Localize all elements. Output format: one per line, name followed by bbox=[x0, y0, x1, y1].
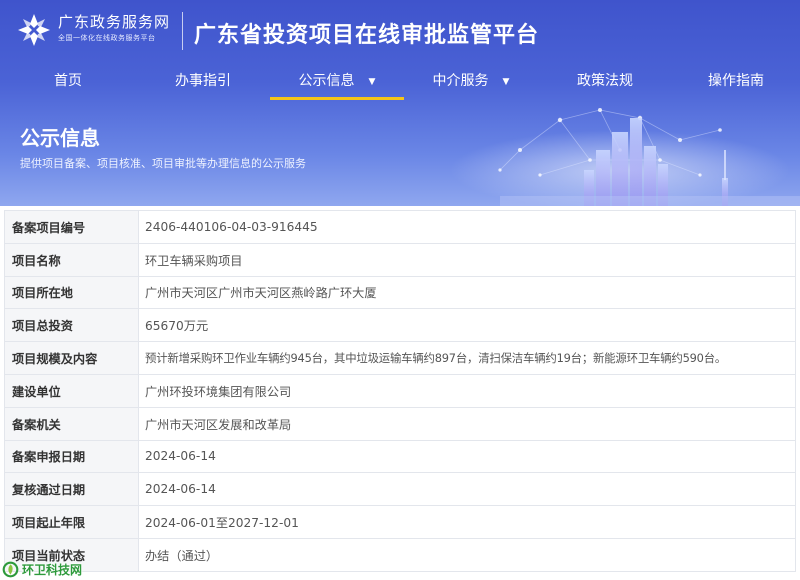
header-banner: 广东政务服务网 全国一体化在线政务服务平台 广东省投资项目在线审批监管平台 首页… bbox=[0, 0, 800, 206]
nav-item-label: 公示信息 bbox=[298, 73, 355, 89]
field-label: 项目所在地 bbox=[4, 275, 139, 310]
field-value: 环卫车辆采购项目 bbox=[138, 242, 796, 277]
table-row: 项目起止年限 2024-06-01至2027-12-01 bbox=[4, 505, 796, 539]
field-label: 项目规模及内容 bbox=[4, 341, 139, 375]
field-value: 办结（通过） bbox=[138, 537, 796, 572]
field-label: 备案项目编号 bbox=[4, 210, 139, 244]
nav-item-label: 操作指南 bbox=[708, 73, 764, 89]
section-subtitle: 提供项目备案、项目核准、项目审批等办理信息的公示服务 bbox=[20, 157, 306, 170]
brand-bar: 广东政务服务网 全国一体化在线政务服务平台 广东省投资项目在线审批监管平台 bbox=[0, 0, 800, 62]
watermark-text: 环卫科技网 bbox=[22, 562, 83, 577]
brand-divider bbox=[182, 12, 183, 50]
record-detail-table: 备案项目编号 2406-440106-04-03-916445 项目名称 环卫车… bbox=[4, 210, 796, 572]
nav-item-label: 中介服务 bbox=[432, 73, 489, 89]
table-row: 项目规模及内容 预计新增采购环卫作业车辆约945台，其中垃圾运输车辆约897台，… bbox=[4, 341, 796, 375]
caret-down-icon: ▼ bbox=[368, 77, 376, 87]
table-row: 项目当前状态 办结（通过） bbox=[4, 537, 796, 572]
logo-slogan: 全国一体化在线政务服务平台 bbox=[58, 34, 156, 42]
field-value: 2024-06-14 bbox=[138, 472, 796, 507]
field-value: 2406-440106-04-03-916445 bbox=[138, 210, 796, 244]
field-value: 预计新增采购环卫作业车辆约945台，其中垃圾运输车辆约897台，清扫保洁车辆约1… bbox=[138, 341, 796, 375]
nav-item-label: 办事指引 bbox=[175, 73, 231, 89]
nav-item-label: 政策法规 bbox=[577, 73, 633, 89]
nav-item-service-guide[interactable]: 办事指引 bbox=[136, 62, 270, 100]
platform-title: 广东省投资项目在线审批监管平台 bbox=[194, 23, 540, 48]
table-row: 项目总投资 65670万元 bbox=[4, 308, 796, 343]
nav-item-public-info[interactable]: 公示信息 ▼ bbox=[270, 62, 404, 100]
field-value: 65670万元 bbox=[138, 308, 796, 343]
nav-item-home[interactable]: 首页 bbox=[0, 62, 136, 100]
table-row: 复核通过日期 2024-06-14 bbox=[4, 472, 796, 507]
field-label: 项目总投资 bbox=[4, 308, 139, 343]
main-nav: 首页 办事指引 公示信息 ▼ 中介服务 ▼ 政策法规 操作指南 bbox=[0, 62, 800, 100]
nav-item-policy[interactable]: 政策法规 bbox=[538, 62, 672, 100]
field-label: 备案机关 bbox=[4, 406, 139, 441]
table-row: 备案机关 广州市天河区发展和改革局 bbox=[4, 406, 796, 441]
table-row: 建设单位 广州环投环境集团有限公司 bbox=[4, 373, 796, 408]
field-label: 复核通过日期 bbox=[4, 472, 139, 507]
field-label: 备案申报日期 bbox=[4, 439, 139, 474]
logo-name: 广东政务服务网 bbox=[58, 13, 171, 31]
recycle-leaf-icon bbox=[2, 561, 19, 577]
field-value: 广州环投环境集团有限公司 bbox=[138, 373, 796, 408]
table-row: 项目所在地 广州市天河区广州市天河区燕岭路广环大厦 bbox=[4, 275, 796, 310]
section-title: 公示信息 bbox=[20, 126, 100, 150]
nav-active-indicator bbox=[270, 97, 404, 100]
nav-item-operation-guide[interactable]: 操作指南 bbox=[672, 62, 800, 100]
field-label: 项目起止年限 bbox=[4, 505, 139, 539]
field-value: 广州市天河区广州市天河区燕岭路广环大厦 bbox=[138, 275, 796, 310]
field-label: 项目名称 bbox=[4, 242, 139, 277]
table-row: 项目名称 环卫车辆采购项目 bbox=[4, 242, 796, 277]
field-value: 2024-06-01至2027-12-01 bbox=[138, 505, 796, 539]
table-row: 备案申报日期 2024-06-14 bbox=[4, 439, 796, 474]
field-label: 建设单位 bbox=[4, 373, 139, 408]
watermark: 环卫科技网 bbox=[2, 559, 82, 579]
field-value: 广州市天河区发展和改革局 bbox=[138, 406, 796, 441]
nav-item-intermediary-service[interactable]: 中介服务 ▼ bbox=[404, 62, 538, 100]
table-row: 备案项目编号 2406-440106-04-03-916445 bbox=[4, 210, 796, 244]
caret-down-icon: ▼ bbox=[502, 77, 510, 87]
field-value: 2024-06-14 bbox=[138, 439, 796, 474]
gd-gov-service-logo-icon[interactable] bbox=[16, 12, 52, 48]
nav-item-label: 首页 bbox=[54, 73, 82, 89]
